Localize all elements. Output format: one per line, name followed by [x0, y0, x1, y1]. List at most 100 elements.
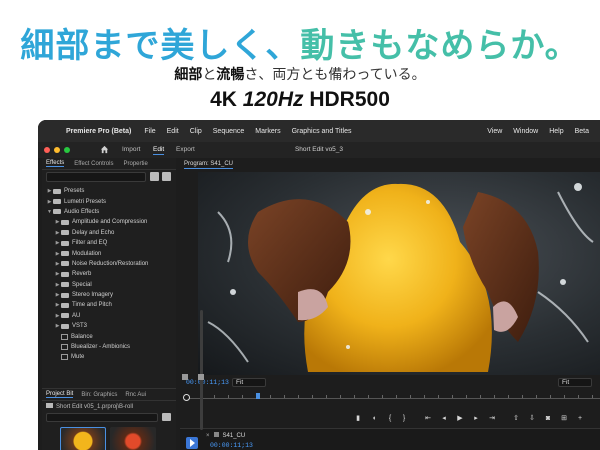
- effects-tree-label: Balance: [71, 333, 93, 340]
- chevron-right-icon[interactable]: ▶: [54, 271, 61, 277]
- menu-help[interactable]: Help: [549, 128, 563, 135]
- lift-icon[interactable]: ⇧: [512, 415, 520, 423]
- tab-bin-graphics[interactable]: Bin: Graphics: [81, 392, 117, 398]
- step-back-icon[interactable]: ◂: [440, 415, 448, 423]
- effects-panel-tabs: Effects Effect Controls Propertie: [42, 158, 176, 170]
- play-icon[interactable]: ▶: [456, 415, 464, 423]
- effects-tree-item[interactable]: ▼ Audio Effects: [42, 207, 168, 217]
- program-monitor-label[interactable]: Program: S41_CU: [184, 161, 234, 169]
- effects-tree-item[interactable]: ▶ AU: [42, 311, 168, 321]
- menu-clip[interactable]: Clip: [190, 128, 202, 135]
- menu-view[interactable]: View: [487, 128, 502, 135]
- folder-icon: [61, 251, 69, 257]
- effects-tree-item[interactable]: Balance: [42, 331, 168, 341]
- chevron-right-icon[interactable]: ▶: [54, 240, 61, 246]
- effects-tree-label: Presets: [64, 188, 85, 195]
- effects-tree-item[interactable]: ▶ Noise Reduction/Restoration: [42, 259, 168, 269]
- effects-tree-item[interactable]: ▶ Lumetri Presets: [42, 196, 168, 206]
- effects-tree-item[interactable]: ▶ Amplitude and Compression: [42, 217, 168, 227]
- fit-right-label: Fit: [562, 379, 570, 386]
- mark-clip-icon[interactable]: }: [400, 415, 408, 423]
- effects-tree-item[interactable]: ▶ Modulation: [42, 248, 168, 258]
- effects-tree-item[interactable]: ▶ Reverb: [42, 269, 168, 279]
- tab-project[interactable]: Project Bit: [46, 391, 74, 398]
- spec-refresh-rate: 120Hz: [242, 88, 304, 111]
- project-search-input[interactable]: [46, 413, 158, 422]
- effects-tree-label: Special: [72, 281, 92, 288]
- transport-controls: ▮ ◖ { } ⇤ ◂ ▶ ▸ ⇥ ⇧ ⇩ ◙ ⊞ +: [180, 412, 600, 426]
- mark-in-icon[interactable]: ◖: [370, 415, 378, 423]
- folder-icon: [61, 282, 69, 288]
- tab-other[interactable]: Rnc Aui: [125, 392, 146, 398]
- menu-sequence[interactable]: Sequence: [213, 128, 245, 135]
- program-timecode[interactable]: 00:00:11;13: [186, 379, 229, 386]
- trash-icon[interactable]: [198, 374, 204, 380]
- timeline-sequence-tab[interactable]: × S41_CU: [206, 432, 245, 439]
- chevron-right-icon[interactable]: ▶: [54, 282, 61, 288]
- effects-tree-item[interactable]: ▶ Special: [42, 280, 168, 290]
- tab-effects[interactable]: Effects: [46, 160, 65, 167]
- menu-edit[interactable]: Edit: [167, 128, 179, 135]
- project-title: Short Edit vo5_3: [294, 146, 344, 153]
- chevron-right-icon[interactable]: ▶: [54, 230, 61, 236]
- effects-tree-label: Modulation: [72, 250, 102, 257]
- chevron-right-icon[interactable]: ▶: [54, 313, 61, 319]
- monitor-scrubber[interactable]: [183, 393, 600, 404]
- timeline-timecode[interactable]: 00:00:11;13: [210, 442, 253, 449]
- timeline-play-button[interactable]: [186, 437, 198, 449]
- folder-icon: [46, 403, 53, 408]
- menu-window[interactable]: Window: [513, 128, 538, 135]
- go-to-in-icon[interactable]: ⇤: [424, 415, 432, 423]
- chevron-right-icon[interactable]: ▶: [54, 219, 61, 225]
- mark-out-icon[interactable]: {: [386, 415, 394, 423]
- tab-properties[interactable]: Propertie: [123, 161, 147, 167]
- effects-scrollbar[interactable]: [200, 310, 203, 430]
- step-forward-icon[interactable]: ▸: [472, 415, 480, 423]
- effects-tree-item[interactable]: ▶ Delay and Echo: [42, 228, 168, 238]
- add-button-icon[interactable]: +: [576, 415, 584, 423]
- export-frame-icon[interactable]: ◙: [544, 415, 552, 423]
- effects-tree-label: AU: [72, 312, 81, 319]
- chevron-right-icon[interactable]: ▶: [54, 251, 61, 257]
- effects-tree-item[interactable]: Bluealizer - Ambionics: [42, 342, 168, 352]
- effects-tree-label: Noise Reduction/Restoration: [72, 260, 149, 267]
- menu-graphics-titles[interactable]: Graphics and Titles: [292, 128, 352, 135]
- tab-effect-controls[interactable]: Effect Controls: [74, 161, 113, 167]
- chevron-right-icon[interactable]: ▶: [46, 188, 53, 194]
- fit-dropdown-right[interactable]: Fit: [558, 378, 592, 387]
- new-folder-icon[interactable]: [182, 374, 188, 380]
- menu-app-name[interactable]: Premiere Pro (Beta): [66, 128, 131, 135]
- new-bin-icon[interactable]: [150, 172, 159, 181]
- chevron-down-icon[interactable]: ▼: [46, 209, 53, 215]
- menu-markers[interactable]: Markers: [255, 128, 280, 135]
- close-icon[interactable]: ×: [206, 433, 210, 439]
- effects-tree-item[interactable]: Mute: [42, 352, 168, 362]
- sub-bold-2: 流暢: [216, 67, 245, 83]
- effects-tree-item[interactable]: ▶ Filter and EQ: [42, 238, 168, 248]
- scrub-handle[interactable]: [183, 394, 190, 401]
- effects-panel: Effects Effect Controls Propertie ▶ Prese…: [42, 158, 176, 388]
- effects-tree-item[interactable]: ▶ Stereo Imagery: [42, 290, 168, 300]
- playhead-marker[interactable]: [256, 393, 260, 399]
- clip-thumbnail[interactable]: [110, 427, 156, 450]
- chevron-right-icon[interactable]: ▶: [54, 302, 61, 308]
- comparison-view-icon[interactable]: ⊞: [560, 415, 568, 423]
- effects-tree-item[interactable]: ▶ Time and Pitch: [42, 300, 168, 310]
- effects-search-input[interactable]: [46, 172, 146, 182]
- chevron-right-icon[interactable]: ▶: [46, 199, 53, 205]
- go-to-out-icon[interactable]: ⇥: [488, 415, 496, 423]
- extract-icon[interactable]: ⇩: [528, 415, 536, 423]
- marker-icon[interactable]: ▮: [354, 415, 362, 423]
- chevron-right-icon[interactable]: ▶: [54, 292, 61, 298]
- effects-tree-item[interactable]: ▶ VST3: [42, 321, 168, 331]
- accelerated-effects-icon[interactable]: [162, 172, 171, 181]
- effect-icon: [61, 344, 68, 351]
- effects-tree-item[interactable]: ▶ Presets: [42, 186, 168, 196]
- clip-thumbnail[interactable]: [60, 427, 106, 450]
- fit-dropdown-left[interactable]: Fit: [232, 378, 266, 387]
- chevron-right-icon[interactable]: ▶: [54, 261, 61, 267]
- chevron-right-icon[interactable]: ▶: [54, 323, 61, 329]
- camera-icon[interactable]: [162, 413, 171, 421]
- menu-file[interactable]: File: [144, 128, 155, 135]
- menu-beta[interactable]: Beta: [575, 128, 589, 135]
